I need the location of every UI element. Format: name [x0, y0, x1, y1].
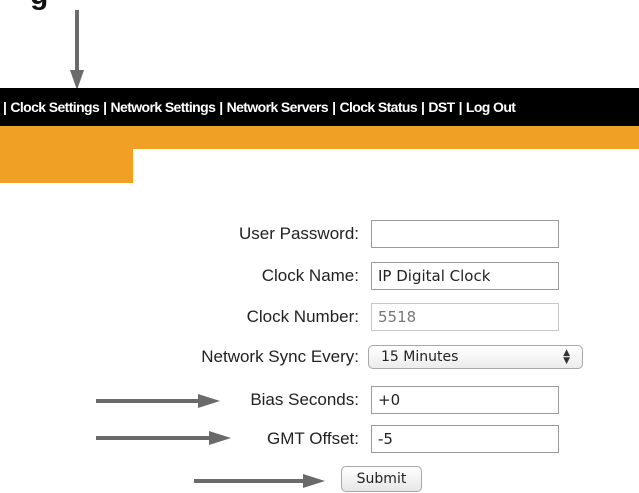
accent-strip	[0, 126, 639, 149]
nav-log-out[interactable]: Log Out	[466, 99, 516, 115]
nav-clock-settings[interactable]: Clock Settings	[10, 99, 99, 115]
network-sync-selected-value: 15 Minutes	[381, 349, 459, 365]
active-tab-indicator	[0, 149, 133, 183]
submit-button[interactable]: Submit	[341, 466, 422, 492]
bias-seconds-label: Bias Seconds:	[250, 390, 359, 409]
bias-seconds-field[interactable]	[371, 386, 559, 414]
nav-dst[interactable]: DST	[428, 99, 455, 115]
network-sync-row: Network Sync Every: 15 Minutes ▲ ▼	[0, 343, 639, 373]
clock-name-row: Clock Name:	[0, 262, 639, 292]
clock-name-label: Clock Name:	[261, 266, 359, 285]
page-heading-fragment: g	[30, 0, 48, 12]
network-sync-label: Network Sync Every:	[201, 347, 359, 366]
nav-separator: |	[103, 99, 107, 115]
nav-separator: |	[219, 99, 223, 115]
gmt-offset-label: GMT Offset:	[267, 429, 359, 448]
nav-network-servers[interactable]: Network Servers	[227, 99, 329, 115]
user-password-label: User Password:	[239, 224, 359, 243]
nav-clock-status[interactable]: Clock Status	[339, 99, 417, 115]
clock-number-field	[371, 303, 559, 331]
arrow-right-icon	[96, 431, 231, 445]
nav-network-settings[interactable]: Network Settings	[111, 99, 216, 115]
user-password-row: User Password:	[0, 220, 639, 250]
gmt-offset-field[interactable]	[371, 425, 559, 453]
nav-separator: |	[458, 99, 463, 115]
nav-separator: |	[421, 99, 425, 115]
arrow-right-icon	[194, 474, 325, 488]
arrow-right-icon	[96, 394, 220, 408]
network-sync-select[interactable]: 15 Minutes ▲ ▼	[368, 345, 583, 369]
arrow-down-icon	[70, 10, 84, 90]
nav-separator: |	[3, 99, 7, 115]
clock-number-label: Clock Number:	[246, 307, 359, 326]
user-password-field[interactable]	[371, 220, 559, 248]
clock-number-row: Clock Number:	[0, 303, 639, 333]
nav-separator: |	[332, 99, 336, 115]
clock-name-field[interactable]	[371, 262, 559, 290]
top-nav-bar: | Clock Settings | Network Settings | Ne…	[0, 88, 639, 126]
updown-chevron-icon: ▲ ▼	[563, 348, 570, 366]
